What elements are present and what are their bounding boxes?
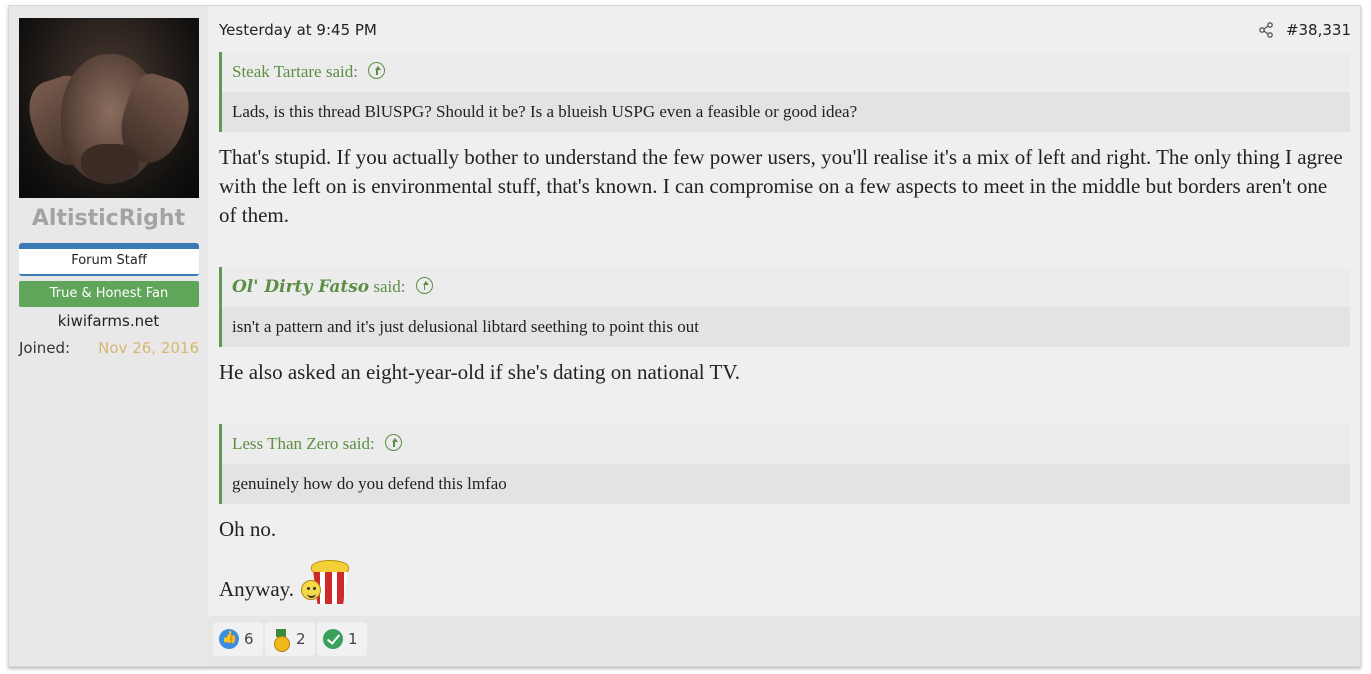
reaction-count: 2	[296, 630, 306, 648]
reaction-like[interactable]: 6	[213, 622, 263, 656]
message-column: Yesterday at 9:45 PM #38,331 Steak Tarta…	[208, 6, 1360, 666]
quote-said: said:	[325, 62, 358, 81]
reply-text: He also asked an eight-year-old if she's…	[219, 360, 741, 384]
quote-text: Lads, is this thread BlUSPG? Should it b…	[222, 92, 1350, 132]
reply-text: Oh no.	[219, 517, 277, 541]
jump-to-quote-icon[interactable]	[368, 62, 386, 79]
user-avatar[interactable]	[19, 18, 199, 198]
quote-said: said:	[373, 277, 406, 296]
quote-said: said:	[342, 434, 375, 453]
quote-block: Ol' Dirty Fatso said: isn't a pattern an…	[219, 267, 1350, 347]
post-container: AltisticRight Forum Staff True & Honest …	[8, 5, 1361, 667]
post-date[interactable]: Yesterday at 9:45 PM	[219, 21, 377, 39]
like-icon	[219, 629, 239, 649]
quote-header: Ol' Dirty Fatso said:	[222, 267, 1350, 307]
joined-date: Nov 26, 2016	[98, 339, 199, 357]
fan-banner: True & Honest Fan	[19, 281, 199, 307]
quote-text: genuinely how do you defend this lmfao	[222, 464, 1350, 504]
check-icon	[323, 629, 343, 649]
quote-author[interactable]: Less Than Zero	[232, 434, 338, 453]
medal-icon	[271, 629, 291, 652]
quote-block: Less Than Zero said: genuinely how do yo…	[219, 424, 1350, 504]
post-number[interactable]: #38,331	[1286, 21, 1351, 39]
reaction-count: 6	[244, 630, 254, 648]
reply-text: Anyway.	[219, 577, 295, 601]
reaction-medal[interactable]: 2	[265, 622, 315, 656]
jump-to-quote-icon[interactable]	[384, 434, 402, 451]
joined-label: Joined:	[19, 339, 71, 357]
quote-block: Steak Tartare said: Lads, is this thread…	[219, 52, 1350, 132]
user-sidebar: AltisticRight Forum Staff True & Honest …	[9, 6, 208, 666]
quote-author[interactable]: Ol' Dirty Fatso	[232, 277, 369, 297]
quote-author[interactable]: Steak Tartare	[232, 62, 322, 81]
username[interactable]: AltisticRight	[9, 206, 208, 231]
user-site: kiwifarms.net	[57, 312, 160, 330]
quote-header: Steak Tartare said:	[222, 52, 1350, 92]
reply-text: That's stupid. If you actually bother to…	[219, 145, 1343, 227]
jump-to-quote-icon[interactable]	[415, 277, 433, 294]
reply-text-line: Anyway.	[219, 560, 1344, 604]
reaction-check[interactable]: 1	[317, 622, 367, 656]
quote-header: Less Than Zero said:	[222, 424, 1350, 464]
reactions-bar: 6 2 1	[208, 616, 1360, 666]
quote-text: isn't a pattern and it's just delusional…	[222, 307, 1350, 347]
popcorn-smilie-icon	[301, 560, 353, 604]
share-icon[interactable]	[1258, 22, 1274, 38]
staff-banner: Forum Staff	[19, 243, 199, 276]
reaction-count: 1	[348, 630, 358, 648]
